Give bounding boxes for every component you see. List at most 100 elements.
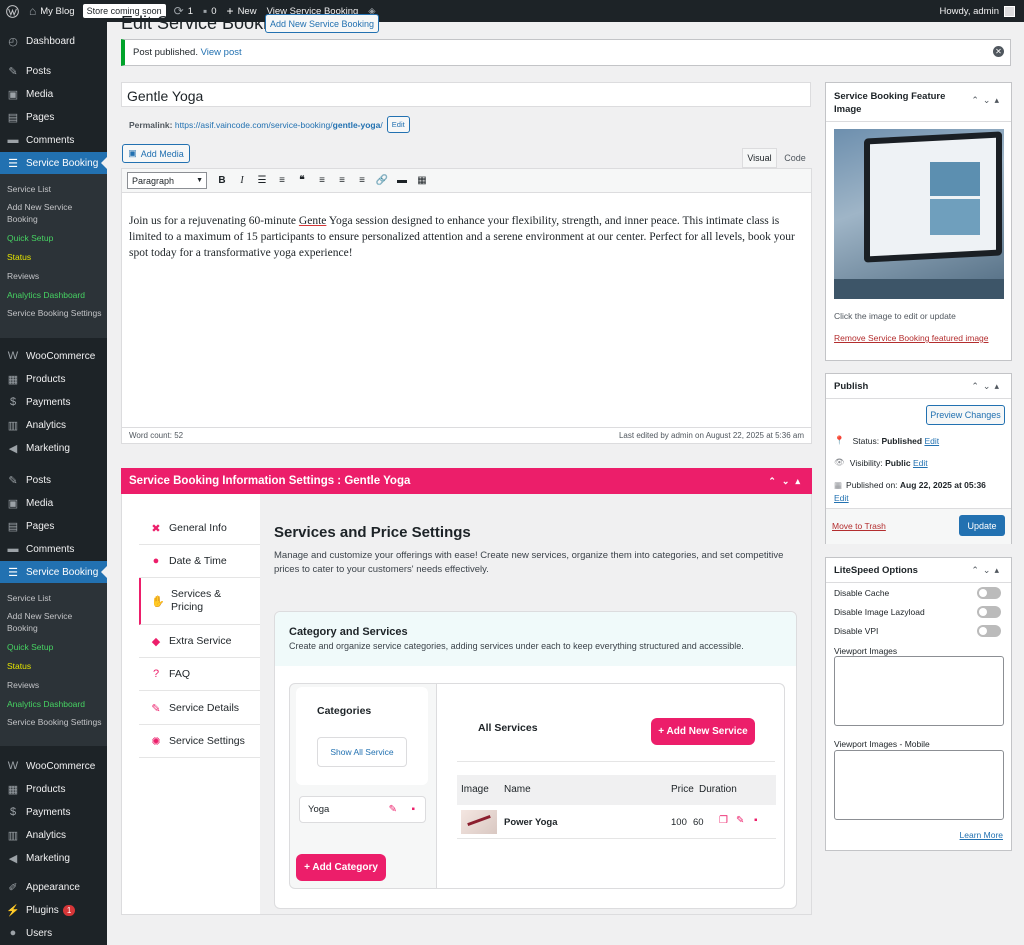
- menu-analytics[interactable]: ▥ Analytics: [0, 414, 107, 436]
- menu-posts-2[interactable]: ✎ Posts: [0, 469, 107, 491]
- preview-changes-button[interactable]: Preview Changes: [926, 405, 1005, 425]
- nav-service-details[interactable]: ✎ Service Details: [139, 692, 260, 725]
- submenu-analytics-dashboard[interactable]: Analytics Dashboard: [7, 698, 102, 710]
- nav-service-settings[interactable]: ✺ Service Settings: [139, 725, 260, 758]
- submenu-analytics-dashboard[interactable]: Analytics Dashboard: [7, 289, 102, 301]
- brush-icon: ✐: [8, 881, 18, 894]
- menu-service-booking[interactable]: ☰ Service Booking: [0, 152, 107, 174]
- trash-icon[interactable]: ▪: [754, 815, 758, 826]
- wp-logo-icon[interactable]: [0, 0, 24, 22]
- post-title-input[interactable]: Gentle Yoga: [121, 82, 811, 107]
- menu-woocommerce-2[interactable]: W WooCommerce: [0, 755, 107, 777]
- edit-status-link[interactable]: Edit: [924, 436, 939, 446]
- link-icon[interactable]: 🔗: [373, 175, 391, 186]
- site-name-link[interactable]: ⌂ My Blog: [24, 0, 80, 22]
- menu-products[interactable]: ▦ Products: [0, 368, 107, 390]
- edit-icon[interactable]: ✎: [389, 804, 397, 815]
- italic-icon[interactable]: I: [233, 175, 251, 186]
- trash-icon[interactable]: ▪: [411, 804, 415, 815]
- edit-icon[interactable]: ✎: [736, 815, 744, 826]
- show-all-service-button[interactable]: Show All Service: [317, 737, 407, 767]
- submenu-service-list[interactable]: Service List: [7, 183, 102, 195]
- permalink-edit-button[interactable]: Edit: [386, 116, 410, 133]
- menu-media[interactable]: ▣ Media: [0, 83, 107, 105]
- submenu-status[interactable]: Status: [7, 660, 102, 672]
- menu-comments-2[interactable]: ▬ Comments: [0, 538, 107, 560]
- add-category-button[interactable]: + Add Category: [296, 854, 386, 881]
- collapse-controls[interactable]: ⌃⌄▴: [768, 476, 806, 487]
- menu-woocommerce[interactable]: W WooCommerce: [0, 345, 107, 367]
- edit-visibility-link[interactable]: Edit: [913, 458, 928, 468]
- menu-users[interactable]: ● Users: [0, 922, 107, 944]
- submenu-add-new[interactable]: Add New Service Booking: [7, 201, 102, 225]
- nav-services-pricing[interactable]: ✋ Services & Pricing: [139, 578, 260, 625]
- visibility-row: 👁 Visibility: Public Edit: [834, 457, 928, 468]
- submenu-reviews[interactable]: Reviews: [7, 270, 102, 282]
- remove-featured-image-link[interactable]: Remove Service Booking featured image: [834, 333, 989, 343]
- viewport-images-mobile-field[interactable]: [834, 750, 1004, 820]
- panel-controls[interactable]: ⌃⌄▴: [971, 95, 1003, 106]
- viewport-images-field[interactable]: [834, 656, 1004, 726]
- submenu-quick-setup[interactable]: Quick Setup: [7, 641, 102, 653]
- menu-service-booking-2[interactable]: ☰ Service Booking: [0, 561, 107, 583]
- edit-date-link[interactable]: Edit: [834, 493, 849, 503]
- menu-marketing[interactable]: ◀ Marketing: [0, 437, 107, 459]
- menu-posts[interactable]: ✎ Posts: [0, 60, 107, 82]
- menu-products-2[interactable]: ▦ Products: [0, 778, 107, 800]
- add-new-service-booking-button[interactable]: Add New Service Booking: [265, 14, 379, 33]
- submenu-quick-setup[interactable]: Quick Setup: [7, 232, 102, 244]
- editor-content[interactable]: Join us for a rejuvenating 60-minute Gen…: [122, 193, 811, 261]
- disable-vpi-toggle[interactable]: [977, 625, 1001, 637]
- panel-controls[interactable]: ⌃⌄▴: [971, 381, 1003, 392]
- tab-code[interactable]: Code: [779, 148, 811, 168]
- menu-comments[interactable]: ▬ Comments: [0, 129, 107, 151]
- menu-pages[interactable]: ▤ Pages: [0, 106, 107, 128]
- submenu-add-new[interactable]: Add New Service Booking: [7, 610, 102, 634]
- featured-image[interactable]: [834, 129, 1004, 299]
- align-center-icon[interactable]: ≡: [333, 175, 351, 186]
- numbered-list-icon[interactable]: ≡: [273, 175, 291, 186]
- learn-more-link[interactable]: Learn More: [960, 830, 1003, 840]
- nav-extra-service[interactable]: ◆ Extra Service: [139, 625, 260, 658]
- dismiss-icon[interactable]: ✕: [993, 46, 1004, 57]
- submenu-reviews[interactable]: Reviews: [7, 679, 102, 691]
- menu-appearance[interactable]: ✐ Appearance: [0, 876, 107, 898]
- toolbar-toggle-icon[interactable]: ▦: [413, 175, 431, 186]
- submenu-service-list[interactable]: Service List: [7, 592, 102, 604]
- read-more-icon[interactable]: ▬: [393, 175, 411, 186]
- nav-faq[interactable]: ? FAQ: [139, 658, 260, 691]
- add-media-button[interactable]: ▣ Add Media: [122, 144, 190, 163]
- bold-icon[interactable]: B: [213, 175, 231, 186]
- menu-payments[interactable]: $ Payments: [0, 391, 107, 413]
- view-post-link[interactable]: View post: [201, 47, 242, 58]
- add-new-service-button[interactable]: + Add New Service: [651, 718, 755, 745]
- nav-general-info[interactable]: ✖ General Info: [139, 512, 260, 545]
- menu-pages-2[interactable]: ▤ Pages: [0, 515, 107, 537]
- menu-plugins[interactable]: ⚡ Plugins 1: [0, 899, 107, 921]
- bullet-list-icon[interactable]: ☰: [253, 175, 271, 186]
- menu-payments-2[interactable]: $ Payments: [0, 801, 107, 823]
- disable-lazyload-toggle[interactable]: [977, 606, 1001, 618]
- category-item[interactable]: Yoga ✎ ▪: [299, 796, 426, 823]
- align-left-icon[interactable]: ≡: [313, 175, 331, 186]
- copy-icon[interactable]: ❐: [719, 815, 728, 826]
- align-right-icon[interactable]: ≡: [353, 175, 371, 186]
- account-menu[interactable]: Howdy, admin: [935, 0, 1021, 22]
- submenu-settings[interactable]: Service Booking Settings: [7, 307, 102, 319]
- menu-dashboard[interactable]: ◴ Dashboard: [0, 30, 107, 52]
- submenu-status[interactable]: Status: [7, 251, 102, 263]
- menu-media-2[interactable]: ▣ Media: [0, 492, 107, 514]
- menu-marketing-2[interactable]: ◀ Marketing: [0, 847, 107, 869]
- format-select[interactable]: Paragraph ▼: [127, 172, 207, 189]
- panel-controls[interactable]: ⌃⌄▴: [971, 565, 1003, 576]
- update-button[interactable]: Update: [959, 515, 1005, 536]
- submenu-settings[interactable]: Service Booking Settings: [7, 716, 102, 728]
- menu-analytics-2[interactable]: ▥ Analytics: [0, 824, 107, 846]
- nav-date-time[interactable]: ● Date & Time: [139, 545, 260, 578]
- disable-cache-toggle[interactable]: [977, 587, 1001, 599]
- move-to-trash-link[interactable]: Move to Trash: [832, 521, 886, 531]
- permalink-link[interactable]: https://asif.vaincode.com/service-bookin…: [175, 120, 383, 130]
- tab-visual[interactable]: Visual: [742, 148, 777, 168]
- disable-lazyload-label: Disable Image Lazyload: [834, 607, 925, 617]
- quote-icon[interactable]: ❝: [293, 175, 311, 186]
